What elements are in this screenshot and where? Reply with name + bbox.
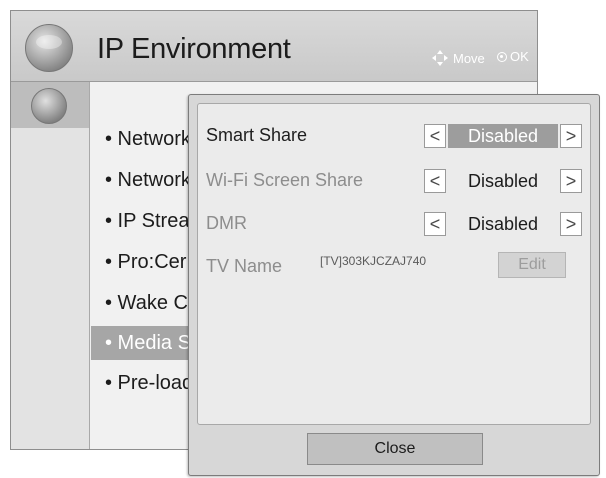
dmr-prev-button[interactable]: < (424, 212, 446, 236)
category-column (11, 82, 90, 449)
smart-share-value: Disabled (448, 124, 558, 148)
globe-icon (31, 88, 67, 124)
four-way-arrow-icon (431, 49, 449, 67)
wifi-screen-share-value: Disabled (467, 171, 539, 191)
wifi-screen-share-next-button[interactable]: > (560, 169, 582, 193)
smart-share-label: Smart Share (206, 125, 308, 145)
dmr-selector[interactable]: < Disabled > (424, 212, 584, 238)
smart-share-prev-button[interactable]: < (424, 124, 446, 148)
edit-button[interactable]: Edit (498, 252, 566, 278)
ok-button-icon (497, 51, 507, 62)
move-hint-label: Move (453, 50, 485, 66)
media-share-dialog: Smart Share < Disabled > Wi-Fi Screen Sh… (188, 94, 600, 476)
dmr-next-button[interactable]: > (560, 212, 582, 236)
wifi-screen-share-selector[interactable]: < Disabled > (424, 169, 584, 195)
page-title: IP Environment (97, 33, 291, 65)
smart-share-selector[interactable]: < Disabled > (424, 124, 584, 150)
tv-name-label: TV Name (206, 256, 283, 276)
ok-hint-label: OK (510, 49, 529, 64)
move-hint: Move (431, 49, 485, 67)
settings-panel: Smart Share < Disabled > Wi-Fi Screen Sh… (197, 103, 591, 425)
close-button[interactable]: Close (307, 433, 483, 465)
wifi-screen-share-label: Wi-Fi Screen Share (206, 170, 364, 190)
window-header: IP Environment Move OK (11, 11, 537, 82)
dmr-label: DMR (206, 213, 247, 233)
wifi-screen-share-prev-button[interactable]: < (424, 169, 446, 193)
ok-hint: OK (497, 49, 529, 64)
tv-name-value: [TV]303KJCZAJ740 (320, 254, 427, 268)
dmr-value: Disabled (467, 214, 539, 234)
smart-share-next-button[interactable]: > (560, 124, 582, 148)
globe-icon (25, 24, 73, 72)
category-item-network[interactable] (11, 82, 89, 128)
